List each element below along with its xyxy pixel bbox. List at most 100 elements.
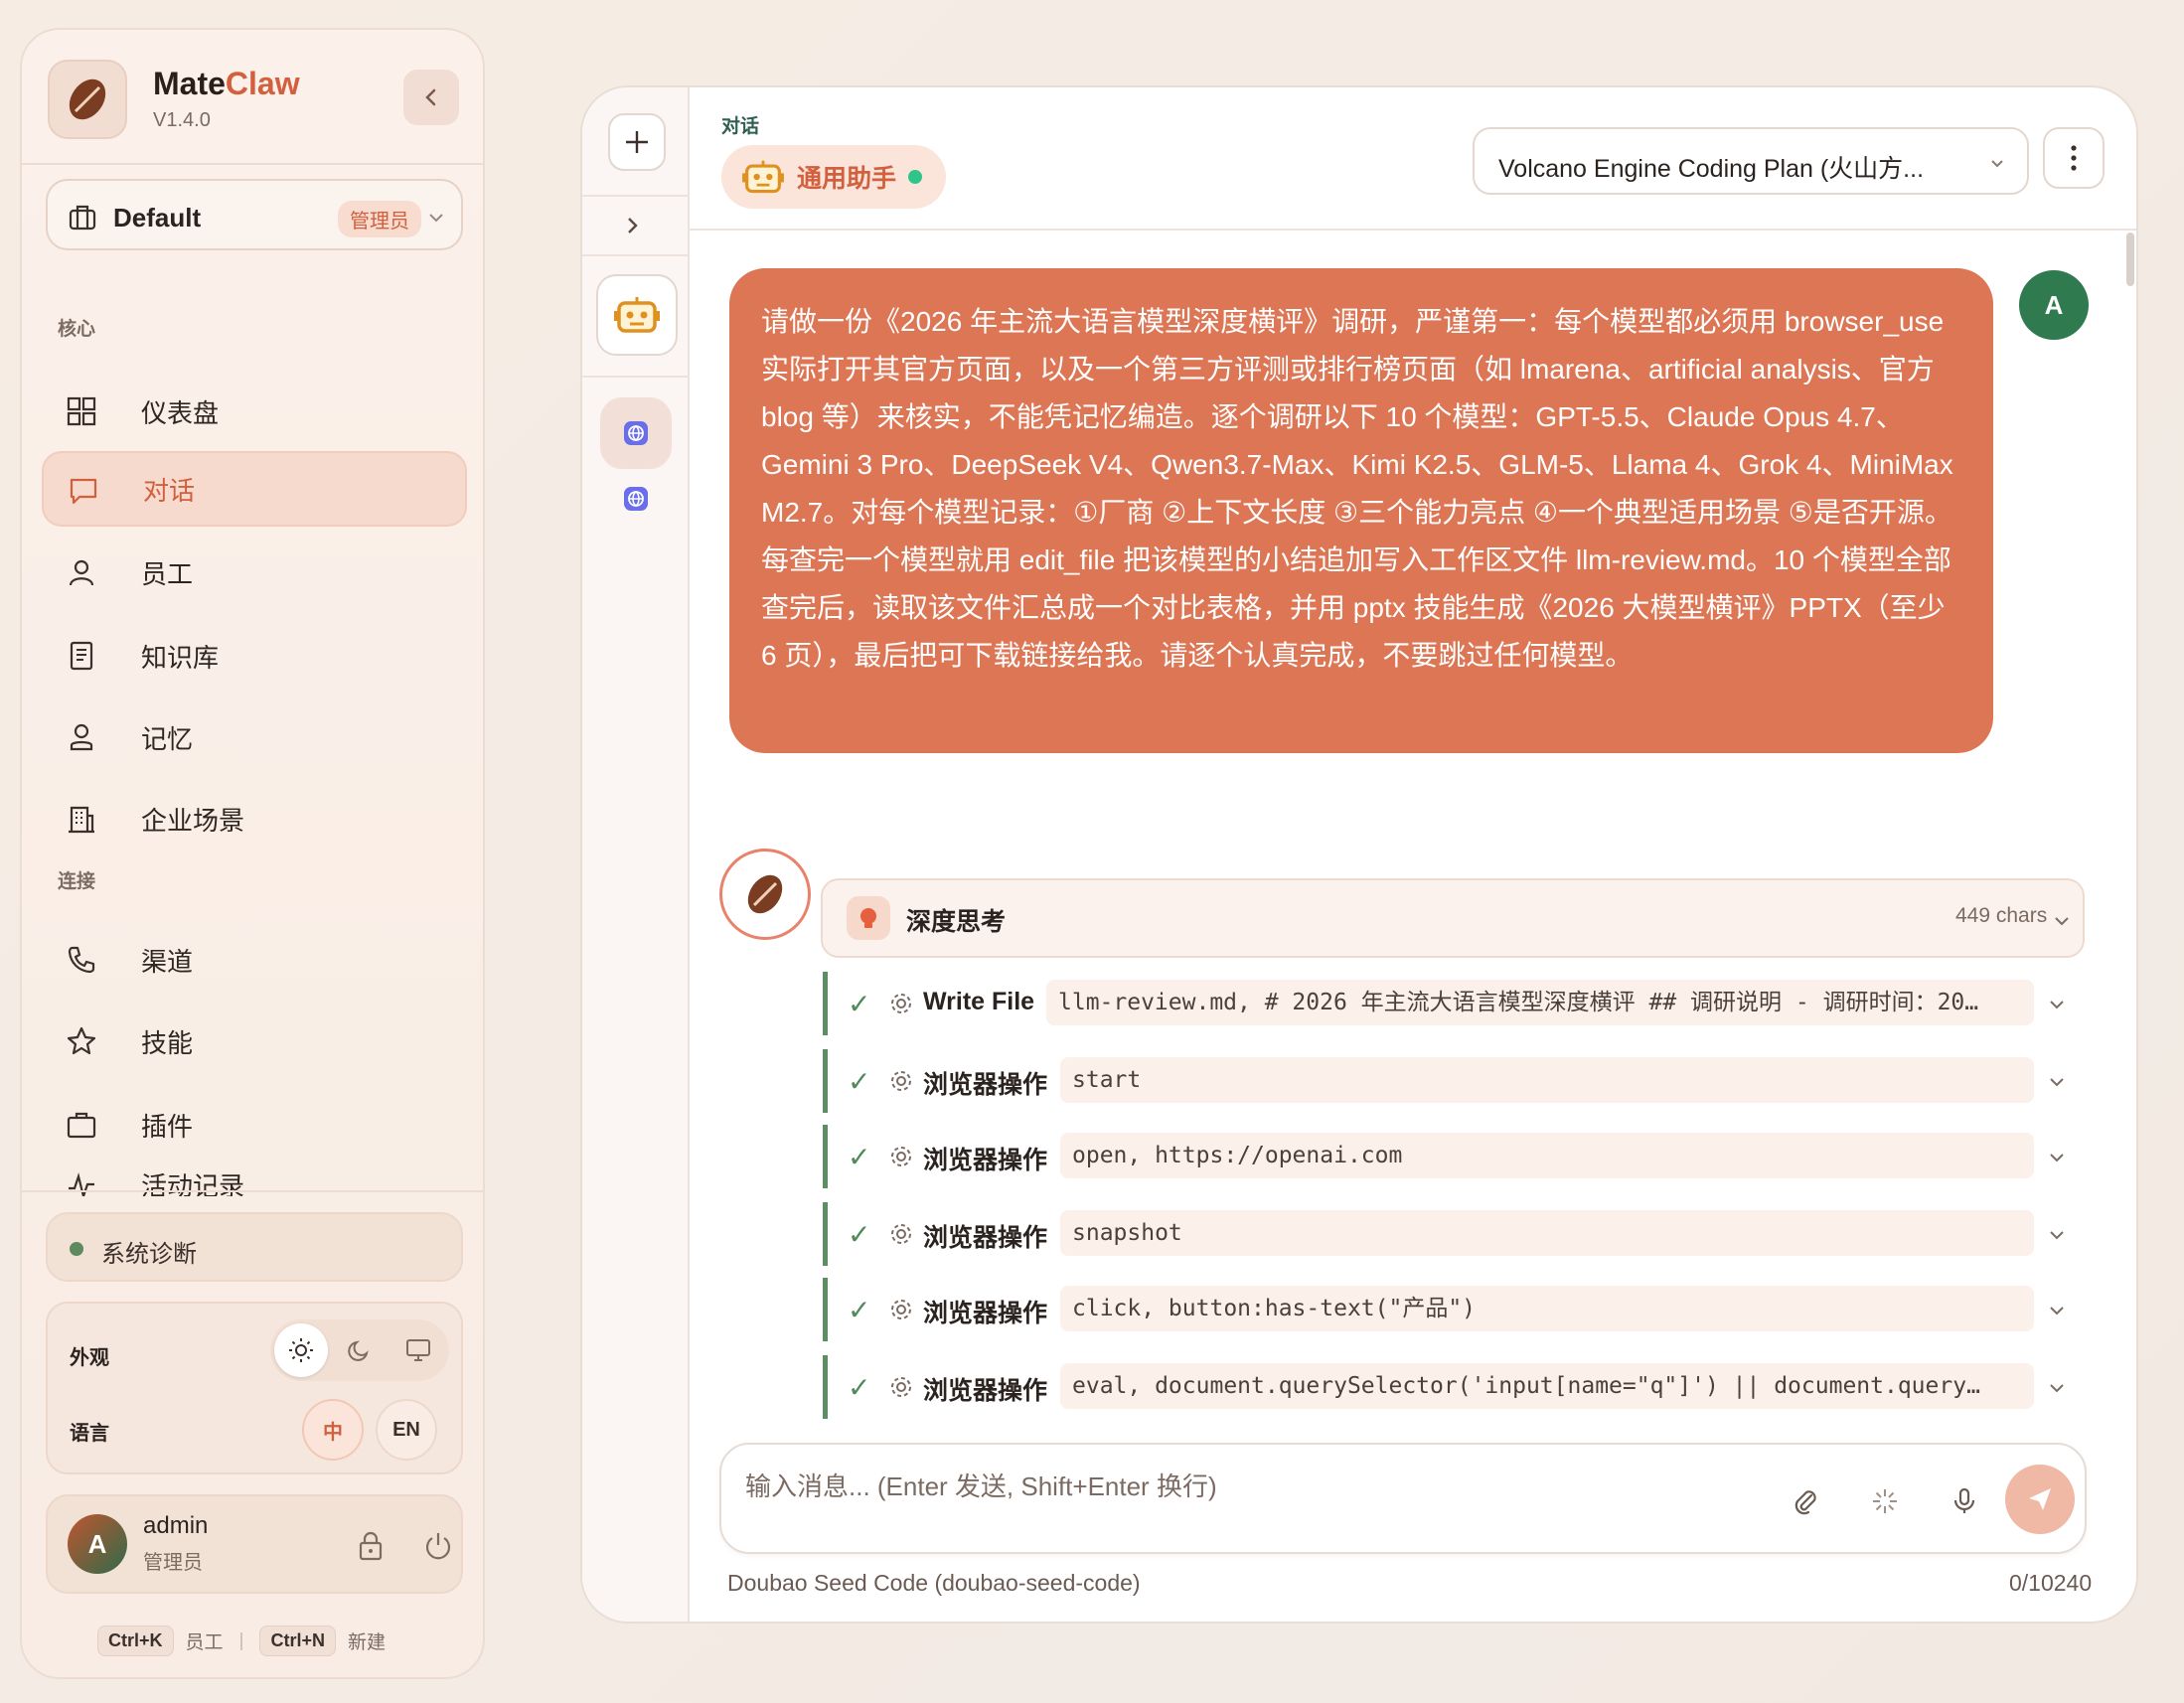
theme-light-button[interactable]: [274, 1323, 328, 1377]
chevron-right-icon[interactable]: [622, 211, 644, 240]
tool-args: click, button:has-text("产品"): [1060, 1286, 2034, 1331]
lock-icon[interactable]: [356, 1530, 386, 1562]
power-icon[interactable]: [423, 1530, 453, 1562]
assistant-avatar: [719, 849, 811, 940]
theme-dark-button[interactable]: [333, 1323, 387, 1377]
thinking-block[interactable]: 深度思考 449 chars: [821, 878, 2085, 958]
divider: [582, 254, 690, 256]
check-icon: ✓: [848, 989, 871, 1019]
sidebar-item-knowledge[interactable]: 知识库: [42, 618, 467, 694]
theme-toggle: [270, 1319, 449, 1381]
send-icon: [2029, 1488, 2051, 1510]
shortcut-key: Ctrl+N: [259, 1626, 336, 1656]
tool-call-row[interactable]: ✓ 浏览器操作 snapshot: [823, 1202, 2085, 1266]
separator: |: [238, 1629, 244, 1651]
sidebar-item-staff[interactable]: 员工: [42, 535, 467, 610]
user-avatar: A: [2019, 270, 2089, 340]
role-badge: 管理员: [338, 201, 421, 237]
language-en-button[interactable]: EN: [376, 1399, 437, 1461]
briefcase-icon: [67, 1112, 96, 1139]
tool-call-row[interactable]: ✓ 浏览器操作 open, https://openai.com: [823, 1125, 2085, 1188]
sidebar-item-label: 渠道: [141, 946, 194, 977]
more-vertical-icon: [2071, 145, 2077, 171]
tool-call-row[interactable]: ✓ Write File llm-review.md, # 2026 年主流大语…: [823, 972, 2085, 1035]
model-select[interactable]: Volcano Engine Coding Plan (火山方...: [1473, 127, 2029, 195]
tool-args: snapshot: [1060, 1210, 2034, 1256]
status-dot: [70, 1242, 83, 1256]
sidebar-item-plugins[interactable]: 插件: [42, 1087, 467, 1162]
shortcut-hints: Ctrl+K 员工 | Ctrl+N 新建: [97, 1626, 386, 1656]
sidebar-item-dashboard[interactable]: 仪表盘: [42, 374, 467, 449]
chevron-down-icon: [2050, 1231, 2064, 1240]
online-status-dot: [908, 170, 923, 184]
agent-name: 通用助手: [797, 165, 897, 193]
brand-header: MateClaw V1.4.0: [22, 30, 483, 165]
paperclip-icon[interactable]: [1791, 1486, 1820, 1516]
send-button[interactable]: [2005, 1465, 2075, 1534]
tool-call-row[interactable]: ✓ 浏览器操作 start: [823, 1049, 2085, 1113]
sidebar-item-label: 记忆: [141, 723, 194, 754]
sidebar: MateClaw V1.4.0 Default 管理员 核心 仪表盘 对话 员工…: [20, 28, 485, 1679]
agent-selector[interactable]: 通用助手: [721, 145, 947, 209]
microphone-icon[interactable]: [1950, 1486, 1979, 1516]
tool-name: 浏览器操作: [923, 1071, 1048, 1099]
new-chat-button[interactable]: [608, 113, 666, 171]
tool-args: start: [1060, 1057, 2034, 1103]
selected-model: Volcano Engine Coding Plan (火山方...: [1498, 155, 1925, 183]
tool-name: 浏览器操作: [923, 1147, 1048, 1174]
character-counter: 0/10240: [2009, 1570, 2093, 1596]
robot-icon: [742, 160, 784, 194]
language-label: 语言: [70, 1423, 109, 1445]
app-version: V1.4.0: [153, 109, 211, 131]
divider: [582, 195, 690, 197]
workspace-select[interactable]: Default 管理员: [46, 179, 463, 250]
check-icon: ✓: [848, 1219, 871, 1250]
sidebar-item-memory[interactable]: 记忆: [42, 699, 467, 775]
sun-icon: [289, 1338, 313, 1362]
tool-name: 浏览器操作: [923, 1377, 1048, 1405]
message-input[interactable]: 输入消息... (Enter 发送, Shift+Enter 换行): [745, 1467, 1217, 1503]
gear-icon: [891, 1377, 911, 1397]
theme-system-button[interactable]: [391, 1323, 445, 1377]
collapse-sidebar-button[interactable]: [403, 70, 459, 125]
chat-header: 对话 通用助手 Volcano Engine Coding Plan (火山方.…: [690, 87, 2136, 231]
globe-icon: [624, 421, 648, 445]
book-icon: [70, 641, 93, 671]
mateclaw-logo: [48, 60, 127, 139]
star-icon: [67, 1026, 96, 1055]
moon-icon: [348, 1340, 369, 1361]
user-message-bubble: 请做一份《2026 年主流大语言模型深度横评》调研，严谨第一：每个模型都必须用 …: [729, 268, 1993, 753]
section-label-connect: 连接: [58, 871, 96, 892]
shortcut-label: 新建: [347, 1632, 386, 1653]
memory-icon: [70, 723, 93, 751]
sparkle-icon[interactable]: [1870, 1486, 1900, 1516]
scrollbar-thumb[interactable]: [2126, 232, 2134, 286]
chevron-down-icon: [2050, 1307, 2064, 1316]
more-options-button[interactable]: [2043, 127, 2105, 189]
sidebar-item-chat[interactable]: 对话: [42, 451, 467, 527]
sidebar-item-skills[interactable]: 技能: [42, 1004, 467, 1079]
chat-icon: [70, 478, 97, 505]
language-zh-button[interactable]: 中: [302, 1399, 364, 1461]
robot-icon: [614, 297, 660, 333]
agent-avatar-button[interactable]: [596, 274, 678, 356]
check-icon: ✓: [848, 1372, 871, 1403]
tool-call-row[interactable]: ✓ 浏览器操作 eval, document.querySelector('in…: [823, 1355, 2085, 1419]
sidebar-item-channels[interactable]: 渠道: [42, 922, 467, 998]
user-name: admin: [143, 1512, 209, 1539]
system-diagnostics-button[interactable]: 系统诊断: [46, 1212, 463, 1282]
tool-args: eval, document.querySelector('input[name…: [1060, 1363, 2034, 1409]
conversation-rail: [582, 87, 690, 1622]
tool-call-row[interactable]: ✓ 浏览器操作 click, button:has-text("产品"): [823, 1278, 2085, 1341]
avatar: A: [68, 1514, 127, 1574]
tool-args: open, https://openai.com: [1060, 1133, 2034, 1178]
gear-icon: [891, 1224, 911, 1244]
conversation-item[interactable]: [622, 485, 650, 513]
sidebar-item-label: 对话: [143, 475, 196, 506]
sidebar-item-label: 知识库: [141, 642, 220, 673]
check-icon: ✓: [848, 1142, 871, 1172]
workspace-icon: [69, 205, 96, 231]
sidebar-item-enterprise[interactable]: 企业场景: [42, 781, 467, 856]
message-composer[interactable]: 输入消息... (Enter 发送, Shift+Enter 换行): [719, 1443, 2087, 1554]
conversation-item[interactable]: [600, 397, 672, 469]
